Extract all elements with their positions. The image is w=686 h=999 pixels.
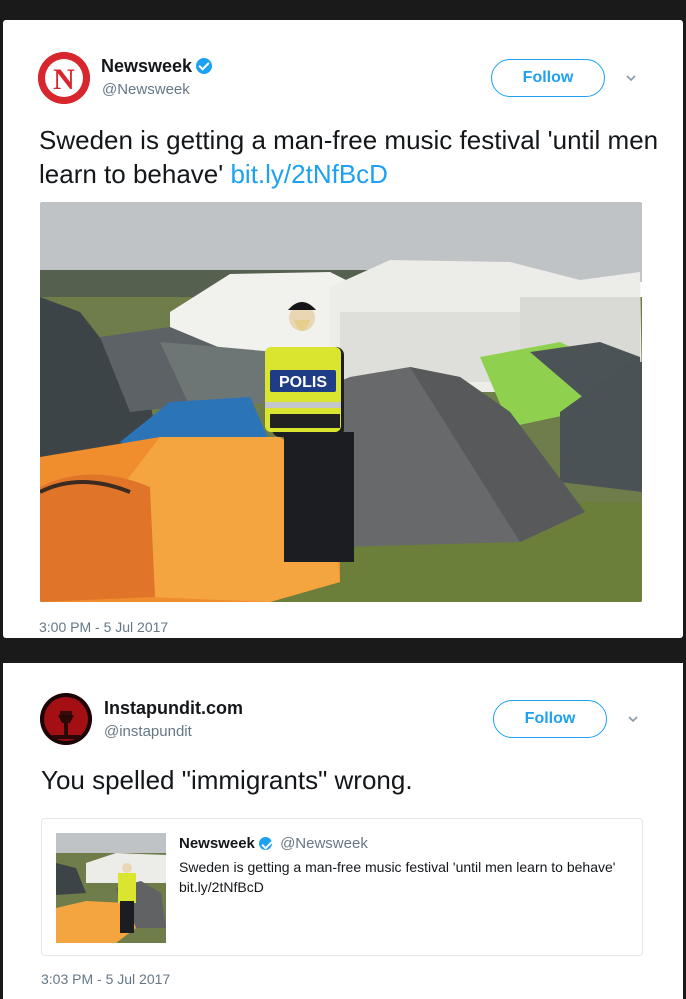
instapundit-avatar[interactable] <box>40 693 92 745</box>
newsweek-avatar[interactable]: N <box>38 52 90 104</box>
quoted-tweet-thumbnail <box>56 833 166 943</box>
tweet-timestamp[interactable]: 3:03 PM - 5 Jul 2017 <box>41 971 170 987</box>
quoted-tweet[interactable]: Newsweek @Newsweek Sweden is getting a m… <box>41 818 643 956</box>
tweet-photo[interactable]: POLIS <box>40 202 642 602</box>
follow-button[interactable]: Follow <box>491 59 605 97</box>
quoted-author[interactable]: Newsweek @Newsweek <box>179 835 368 852</box>
instapundit-logo-icon <box>40 693 92 745</box>
tweet-card-newsweek: N Newsweek @Newsweek Follow Sweden is ge… <box>3 20 683 638</box>
tweet-link[interactable]: bit.ly/2tNfBcD <box>230 159 388 189</box>
author-name[interactable]: Newsweek <box>101 56 213 77</box>
tweet-text: Sweden is getting a man-free music festi… <box>39 123 659 191</box>
chevron-down-icon[interactable] <box>625 72 637 84</box>
festival-tents-photo: POLIS <box>40 202 642 602</box>
author-handle[interactable]: @Newsweek <box>102 81 190 98</box>
newsweek-logo-icon: N <box>38 52 90 104</box>
author-handle[interactable]: @instapundit <box>104 723 192 740</box>
svg-text:N: N <box>53 63 75 96</box>
quoted-author-handle[interactable]: @Newsweek <box>280 835 368 852</box>
tweet-text: You spelled "immigrants" wrong. <box>41 765 413 795</box>
chevron-down-icon[interactable] <box>627 713 639 725</box>
quoted-author-name[interactable]: Newsweek <box>179 835 255 852</box>
verified-badge-icon <box>196 58 213 74</box>
quoted-photo-icon <box>56 833 166 943</box>
tweet-timestamp[interactable]: 3:00 PM - 5 Jul 2017 <box>39 619 168 635</box>
author-name[interactable]: Instapundit.com <box>104 698 243 719</box>
svg-text:POLIS: POLIS <box>279 374 327 391</box>
verified-badge-icon <box>258 837 272 850</box>
follow-button[interactable]: Follow <box>493 700 607 738</box>
quoted-tweet-text: Sweden is getting a man-free music festi… <box>179 859 616 895</box>
author-name-text[interactable]: Newsweek <box>101 56 192 76</box>
tweet-card-instapundit: Instapundit.com @instapundit Follow You … <box>3 663 683 999</box>
